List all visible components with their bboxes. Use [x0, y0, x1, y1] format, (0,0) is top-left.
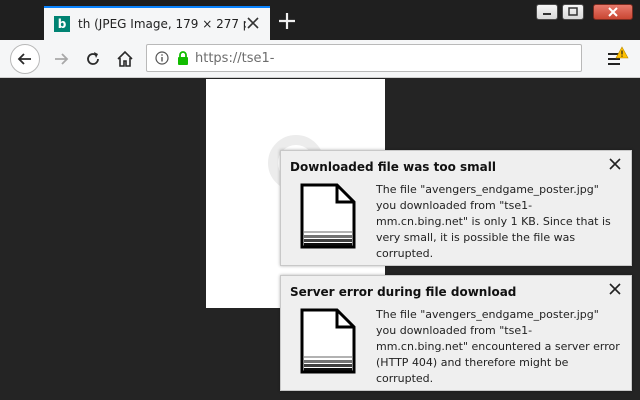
info-icon[interactable]	[155, 51, 169, 65]
tab-current[interactable]: b th (JPEG Image, 179 × 277 pixels)	[44, 6, 270, 40]
title-bar: b th (JPEG Image, 179 × 277 pixels)	[0, 0, 640, 40]
forward-arrow-icon	[55, 53, 69, 65]
home-icon	[117, 50, 133, 67]
tab-close-icon[interactable]	[246, 16, 260, 30]
maximize-button[interactable]	[560, 2, 586, 22]
minimize-button[interactable]	[534, 2, 560, 22]
file-icon	[300, 308, 356, 374]
notification-body: The file "avengers_endgame_poster.jpg" y…	[376, 183, 611, 260]
nav-toolbar: https://tse1-mm.cn.bing.net	[0, 40, 640, 78]
notification-close-icon[interactable]	[609, 283, 621, 295]
minimize-icon	[543, 13, 551, 15]
notification-close-icon[interactable]	[609, 158, 621, 170]
tab-title: th (JPEG Image, 179 × 277 pixels)	[78, 17, 246, 31]
notification-title: Downloaded file was too small	[290, 160, 496, 174]
reload-button[interactable]	[78, 44, 108, 74]
notification-too-small: Downloaded file was too small The file "…	[280, 150, 632, 266]
back-arrow-icon	[17, 53, 31, 65]
bing-favicon-icon: b	[54, 16, 70, 32]
window-close-button[interactable]	[592, 2, 634, 22]
hamburger-menu-icon	[608, 46, 629, 65]
new-tab-button[interactable]	[276, 10, 298, 32]
file-icon	[300, 183, 356, 249]
notification-server-error: Server error during file download The fi…	[280, 275, 632, 391]
reload-icon	[87, 52, 99, 65]
url-text[interactable]: https://tse1-mm.cn.bing.net	[195, 51, 275, 66]
maximize-icon	[568, 7, 578, 16]
forward-button[interactable]	[46, 44, 76, 74]
address-bar[interactable]: https://tse1-mm.cn.bing.net	[146, 44, 582, 72]
notification-body: The file "avengers_endgame_poster.jpg" y…	[376, 308, 620, 385]
notification-title: Server error during file download	[290, 285, 517, 299]
back-button[interactable]	[10, 44, 40, 74]
lock-icon[interactable]	[177, 51, 189, 65]
menu-button[interactable]	[602, 46, 632, 72]
window-close-icon	[608, 7, 618, 17]
home-button[interactable]	[110, 44, 140, 74]
